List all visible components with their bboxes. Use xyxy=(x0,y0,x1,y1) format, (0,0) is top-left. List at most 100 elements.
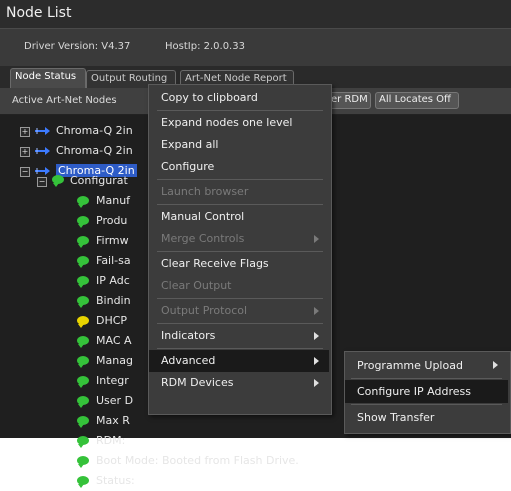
menu-item-clear-output: Clear Output xyxy=(149,275,329,297)
host-ip-label: HostIp: 2.0.0.33 xyxy=(165,41,245,52)
chevron-right-icon xyxy=(314,307,319,315)
status-ok-icon xyxy=(77,336,89,348)
menu-item-label: Output Protocol xyxy=(161,304,248,317)
chevron-right-icon xyxy=(314,379,319,387)
menu-item-rdm-devices[interactable]: RDM Devices xyxy=(149,372,329,394)
menu-item-label: Clear Receive Flags xyxy=(161,257,269,270)
menu-item-advanced[interactable]: Advanced xyxy=(149,350,329,372)
tree-property-item[interactable]: Produ xyxy=(96,211,127,231)
status-dhcp-icon xyxy=(77,316,89,328)
menu-item-label: Merge Controls xyxy=(161,232,245,245)
rdm-button[interactable]: er RDM xyxy=(327,92,371,109)
tree-property-item[interactable]: Fail-sa xyxy=(96,251,131,271)
menu-separator xyxy=(157,323,323,324)
chevron-right-icon xyxy=(493,361,498,369)
menu-item-launch-browser: Launch browser xyxy=(149,181,329,203)
status-ok-icon xyxy=(77,416,89,428)
tree-property-item[interactable]: IP Adc xyxy=(96,271,130,291)
menu-item-expand-nodes-one-level[interactable]: Expand nodes one level xyxy=(149,112,329,134)
menu-item-label: Advanced xyxy=(161,354,216,367)
chevron-right-icon xyxy=(314,357,319,365)
menu-item-label: Launch browser xyxy=(161,185,249,198)
tree-property-item[interactable]: RDM: xyxy=(96,431,125,451)
tree-config-item[interactable]: Configurat xyxy=(70,171,128,191)
status-ok-icon xyxy=(77,236,89,248)
driver-version-label: Driver Version: V4.37 xyxy=(24,41,131,52)
tree-node-item[interactable]: Chroma-Q 2in xyxy=(56,141,133,161)
menu-item-merge-controls: Merge Controls xyxy=(149,228,329,250)
submenu-item-configure-ip-address[interactable]: Configure IP Address xyxy=(345,380,508,403)
menu-item-label: Manual Control xyxy=(161,210,245,223)
status-ok-icon xyxy=(52,175,64,187)
status-ok-icon xyxy=(77,256,89,268)
menu-item-label: Configure xyxy=(161,160,215,173)
status-ok-icon xyxy=(77,456,89,468)
menu-separator xyxy=(157,298,323,299)
menu-item-label: RDM Devices xyxy=(161,376,234,389)
menu-separator xyxy=(157,110,323,111)
menu-item-clear-receive-flags[interactable]: Clear Receive Flags xyxy=(149,253,329,275)
tree-node-label: Chroma-Q 2in xyxy=(56,124,133,137)
menu-item-label: Expand all xyxy=(161,138,219,151)
status-ok-icon xyxy=(77,296,89,308)
submenu-item-label: Programme Upload xyxy=(357,359,463,372)
tree-property-item[interactable]: Bindin xyxy=(96,291,131,311)
advanced-submenu: Programme Upload Configure IP Address Show… xyxy=(344,351,511,434)
menu-separator xyxy=(351,378,502,379)
submenu-item-show-transfer[interactable]: Show Transfer xyxy=(345,406,508,429)
window-title: Node List xyxy=(6,5,72,21)
status-ok-icon xyxy=(77,196,89,208)
tree-property-item[interactable]: Boot Mode: Booted from Flash Drive. xyxy=(96,451,299,471)
status-ok-icon xyxy=(77,396,89,408)
menu-item-configure[interactable]: Configure xyxy=(149,156,329,178)
menu-item-indicators[interactable]: Indicators xyxy=(149,325,329,347)
menu-item-output-protocol: Output Protocol xyxy=(149,300,329,322)
submenu-item-label: Configure IP Address xyxy=(357,385,471,398)
menu-item-expand-all[interactable]: Expand all xyxy=(149,134,329,156)
status-ok-icon xyxy=(77,356,89,368)
menu-item-manual-control[interactable]: Manual Control xyxy=(149,206,329,228)
tree-property-item[interactable]: MAC A xyxy=(96,331,132,351)
tree-property-item[interactable]: User D xyxy=(96,391,133,411)
menu-separator xyxy=(157,179,323,180)
tree-property-item[interactable]: DHCP xyxy=(96,311,127,331)
status-ok-icon xyxy=(77,436,89,448)
chevron-right-icon xyxy=(314,332,319,340)
tree-property-item[interactable]: Integr xyxy=(96,371,129,391)
context-menu: Copy to clipboard Expand nodes one level E… xyxy=(148,84,332,415)
submenu-item-programme-upload[interactable]: Programme Upload xyxy=(345,354,508,377)
tree-node-label: Chroma-Q 2in xyxy=(56,144,133,157)
status-ok-icon xyxy=(77,476,89,488)
tab-node-status[interactable]: Node Status xyxy=(10,68,86,88)
tree-property-item[interactable]: Manag xyxy=(96,351,133,371)
tree-expander-icon[interactable]: + xyxy=(20,127,30,137)
tree-property-item[interactable]: Manuf xyxy=(96,191,130,211)
all-locates-off-button[interactable]: All Locates Off xyxy=(375,92,459,109)
chevron-right-icon xyxy=(314,235,319,243)
status-ok-icon xyxy=(77,276,89,288)
menu-item-label: Indicators xyxy=(161,329,216,342)
tree-expander-icon[interactable]: + xyxy=(20,147,30,157)
status-ok-icon xyxy=(77,216,89,228)
active-nodes-label: Active Art-Net Nodes xyxy=(12,95,117,106)
tree-expander-icon[interactable]: − xyxy=(20,167,30,177)
menu-item-label: Expand nodes one level xyxy=(161,116,293,129)
menu-separator xyxy=(351,404,502,405)
tree-property-item[interactable]: Max R xyxy=(96,411,130,431)
tree-expander-icon[interactable]: − xyxy=(37,177,47,187)
status-ok-icon xyxy=(77,376,89,388)
node-arrow-icon xyxy=(34,126,52,136)
menu-separator xyxy=(157,348,323,349)
menu-item-label: Clear Output xyxy=(161,279,232,292)
menu-separator xyxy=(157,204,323,205)
tree-property-item[interactable]: Status: xyxy=(96,471,135,491)
menu-item-copy-to-clipboard[interactable]: Copy to clipboard xyxy=(149,87,329,109)
tree-property-item[interactable]: Firmw xyxy=(96,231,129,251)
info-bar: Driver Version: V4.37 HostIp: 2.0.0.33 xyxy=(0,28,511,67)
node-arrow-icon xyxy=(34,146,52,156)
title-bar: Node List xyxy=(0,0,511,28)
menu-separator xyxy=(157,251,323,252)
submenu-item-label: Show Transfer xyxy=(357,411,435,424)
menu-item-label: Copy to clipboard xyxy=(161,91,258,104)
tree-node-item[interactable]: Chroma-Q 2in xyxy=(56,121,133,141)
